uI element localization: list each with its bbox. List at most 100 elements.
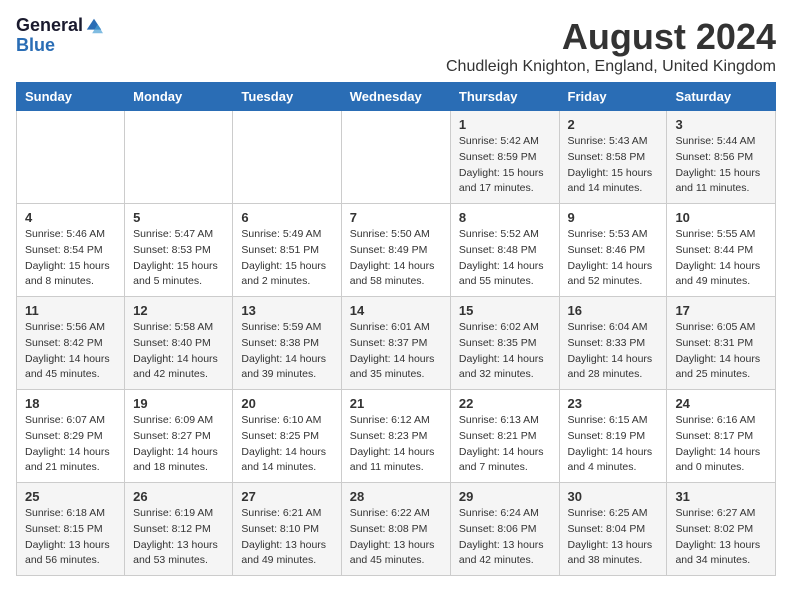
day-info: Sunrise: 5:42 AMSunset: 8:59 PMDaylight:… bbox=[459, 134, 551, 197]
title-area: August 2024 Chudleigh Knighton, England,… bbox=[446, 16, 776, 76]
calendar-week-5: 25 Sunrise: 6:18 AMSunset: 8:15 PMDayligh… bbox=[17, 483, 776, 576]
column-header-tuesday: Tuesday bbox=[233, 83, 341, 111]
day-number: 15 bbox=[459, 303, 551, 318]
day-number: 5 bbox=[133, 210, 224, 225]
day-info: Sunrise: 6:18 AMSunset: 8:15 PMDaylight:… bbox=[25, 506, 116, 569]
calendar-cell bbox=[125, 111, 233, 204]
column-header-saturday: Saturday bbox=[667, 83, 776, 111]
calendar-cell bbox=[17, 111, 125, 204]
day-number: 22 bbox=[459, 396, 551, 411]
day-info: Sunrise: 6:22 AMSunset: 8:08 PMDaylight:… bbox=[350, 506, 442, 569]
column-header-monday: Monday bbox=[125, 83, 233, 111]
calendar-cell: 5Sunrise: 5:47 AMSunset: 8:53 PMDaylight… bbox=[125, 204, 233, 297]
day-info: Sunrise: 5:43 AMSunset: 8:58 PMDaylight:… bbox=[568, 134, 659, 197]
day-number: 31 bbox=[675, 489, 767, 504]
day-info: Sunrise: 5:49 AMSunset: 8:51 PMDaylight:… bbox=[241, 227, 332, 290]
calendar-cell: 20 Sunrise: 6:10 AMSunset: 8:25 PMDayligh… bbox=[233, 390, 341, 483]
calendar-cell: 30 Sunrise: 6:25 AMSunset: 8:04 PMDayligh… bbox=[559, 483, 667, 576]
day-info: Sunrise: 6:07 AMSunset: 8:29 PMDaylight:… bbox=[25, 413, 116, 476]
day-number: 6 bbox=[241, 210, 332, 225]
calendar-cell: 18 Sunrise: 6:07 AMSunset: 8:29 PMDayligh… bbox=[17, 390, 125, 483]
day-number: 29 bbox=[459, 489, 551, 504]
calendar-cell: 21 Sunrise: 6:12 AMSunset: 8:23 PMDayligh… bbox=[341, 390, 450, 483]
calendar-cell: 15 Sunrise: 6:02 AMSunset: 8:35 PMDayligh… bbox=[450, 297, 559, 390]
calendar-cell: 12 Sunrise: 5:58 AMSunset: 8:40 PMDayligh… bbox=[125, 297, 233, 390]
calendar-cell: 28 Sunrise: 6:22 AMSunset: 8:08 PMDayligh… bbox=[341, 483, 450, 576]
calendar-cell: 24 Sunrise: 6:16 AMSunset: 8:17 PMDayligh… bbox=[667, 390, 776, 483]
day-info: Sunrise: 6:19 AMSunset: 8:12 PMDaylight:… bbox=[133, 506, 224, 569]
day-number: 27 bbox=[241, 489, 332, 504]
day-info: Sunrise: 5:46 AMSunset: 8:54 PMDaylight:… bbox=[25, 227, 116, 290]
day-number: 2 bbox=[568, 117, 659, 132]
calendar-cell: 10 Sunrise: 5:55 AMSunset: 8:44 PMDayligh… bbox=[667, 204, 776, 297]
calendar-week-3: 11 Sunrise: 5:56 AMSunset: 8:42 PMDayligh… bbox=[17, 297, 776, 390]
day-info: Sunrise: 6:24 AMSunset: 8:06 PMDaylight:… bbox=[459, 506, 551, 569]
day-info: Sunrise: 6:27 AMSunset: 8:02 PMDaylight:… bbox=[675, 506, 767, 569]
calendar-cell: 7 Sunrise: 5:50 AMSunset: 8:49 PMDaylight… bbox=[341, 204, 450, 297]
day-info: Sunrise: 5:58 AMSunset: 8:40 PMDaylight:… bbox=[133, 320, 224, 383]
calendar-cell: 3Sunrise: 5:44 AMSunset: 8:56 PMDaylight… bbox=[667, 111, 776, 204]
subtitle: Chudleigh Knighton, England, United King… bbox=[446, 58, 776, 76]
day-info: Sunrise: 5:52 AMSunset: 8:48 PMDaylight:… bbox=[459, 227, 551, 290]
day-number: 16 bbox=[568, 303, 659, 318]
main-title: August 2024 bbox=[446, 16, 776, 58]
calendar-cell: 13 Sunrise: 5:59 AMSunset: 8:38 PMDayligh… bbox=[233, 297, 341, 390]
day-number: 12 bbox=[133, 303, 224, 318]
logo-icon bbox=[85, 17, 103, 35]
calendar-cell: 6 Sunrise: 5:49 AMSunset: 8:51 PMDaylight… bbox=[233, 204, 341, 297]
calendar-cell: 11 Sunrise: 5:56 AMSunset: 8:42 PMDayligh… bbox=[17, 297, 125, 390]
calendar-cell: 23 Sunrise: 6:15 AMSunset: 8:19 PMDayligh… bbox=[559, 390, 667, 483]
day-info: Sunrise: 6:13 AMSunset: 8:21 PMDaylight:… bbox=[459, 413, 551, 476]
calendar-cell: 2 Sunrise: 5:43 AMSunset: 8:58 PMDaylight… bbox=[559, 111, 667, 204]
day-number: 30 bbox=[568, 489, 659, 504]
day-number: 20 bbox=[241, 396, 332, 411]
day-number: 17 bbox=[675, 303, 767, 318]
day-info: Sunrise: 6:10 AMSunset: 8:25 PMDaylight:… bbox=[241, 413, 332, 476]
day-number: 25 bbox=[25, 489, 116, 504]
calendar-cell: 17Sunrise: 6:05 AMSunset: 8:31 PMDayligh… bbox=[667, 297, 776, 390]
day-info: Sunrise: 6:25 AMSunset: 8:04 PMDaylight:… bbox=[568, 506, 659, 569]
logo-general: General bbox=[16, 16, 83, 36]
calendar-week-4: 18 Sunrise: 6:07 AMSunset: 8:29 PMDayligh… bbox=[17, 390, 776, 483]
day-number: 24 bbox=[675, 396, 767, 411]
logo: General Blue bbox=[16, 16, 103, 56]
day-info: Sunrise: 6:04 AMSunset: 8:33 PMDaylight:… bbox=[568, 320, 659, 383]
day-number: 19 bbox=[133, 396, 224, 411]
calendar-cell bbox=[341, 111, 450, 204]
day-number: 26 bbox=[133, 489, 224, 504]
day-number: 23 bbox=[568, 396, 659, 411]
day-info: Sunrise: 5:59 AMSunset: 8:38 PMDaylight:… bbox=[241, 320, 332, 383]
day-info: Sunrise: 6:09 AMSunset: 8:27 PMDaylight:… bbox=[133, 413, 224, 476]
column-header-sunday: Sunday bbox=[17, 83, 125, 111]
day-info: Sunrise: 5:56 AMSunset: 8:42 PMDaylight:… bbox=[25, 320, 116, 383]
logo-blue: Blue bbox=[16, 36, 55, 56]
calendar-cell: 1 Sunrise: 5:42 AMSunset: 8:59 PMDaylight… bbox=[450, 111, 559, 204]
day-info: Sunrise: 6:02 AMSunset: 8:35 PMDaylight:… bbox=[459, 320, 551, 383]
day-info: Sunrise: 6:15 AMSunset: 8:19 PMDaylight:… bbox=[568, 413, 659, 476]
day-number: 7 bbox=[350, 210, 442, 225]
column-header-friday: Friday bbox=[559, 83, 667, 111]
day-info: Sunrise: 6:12 AMSunset: 8:23 PMDaylight:… bbox=[350, 413, 442, 476]
calendar-cell: 4Sunrise: 5:46 AMSunset: 8:54 PMDaylight… bbox=[17, 204, 125, 297]
calendar-week-1: 1 Sunrise: 5:42 AMSunset: 8:59 PMDaylight… bbox=[17, 111, 776, 204]
day-info: Sunrise: 6:01 AMSunset: 8:37 PMDaylight:… bbox=[350, 320, 442, 383]
day-number: 11 bbox=[25, 303, 116, 318]
calendar: SundayMondayTuesdayWednesdayThursdayFrid… bbox=[16, 82, 776, 576]
day-info: Sunrise: 6:16 AMSunset: 8:17 PMDaylight:… bbox=[675, 413, 767, 476]
day-info: Sunrise: 5:44 AMSunset: 8:56 PMDaylight:… bbox=[675, 134, 767, 197]
day-info: Sunrise: 5:53 AMSunset: 8:46 PMDaylight:… bbox=[568, 227, 659, 290]
day-info: Sunrise: 5:50 AMSunset: 8:49 PMDaylight:… bbox=[350, 227, 442, 290]
day-info: Sunrise: 5:55 AMSunset: 8:44 PMDaylight:… bbox=[675, 227, 767, 290]
day-number: 18 bbox=[25, 396, 116, 411]
day-number: 10 bbox=[675, 210, 767, 225]
column-header-thursday: Thursday bbox=[450, 83, 559, 111]
calendar-cell: 19 Sunrise: 6:09 AMSunset: 8:27 PMDayligh… bbox=[125, 390, 233, 483]
day-number: 21 bbox=[350, 396, 442, 411]
calendar-cell: 27Sunrise: 6:21 AMSunset: 8:10 PMDayligh… bbox=[233, 483, 341, 576]
day-number: 1 bbox=[459, 117, 551, 132]
calendar-cell: 29 Sunrise: 6:24 AMSunset: 8:06 PMDayligh… bbox=[450, 483, 559, 576]
day-number: 28 bbox=[350, 489, 442, 504]
calendar-header-row: SundayMondayTuesdayWednesdayThursdayFrid… bbox=[17, 83, 776, 111]
day-number: 13 bbox=[241, 303, 332, 318]
day-number: 9 bbox=[568, 210, 659, 225]
